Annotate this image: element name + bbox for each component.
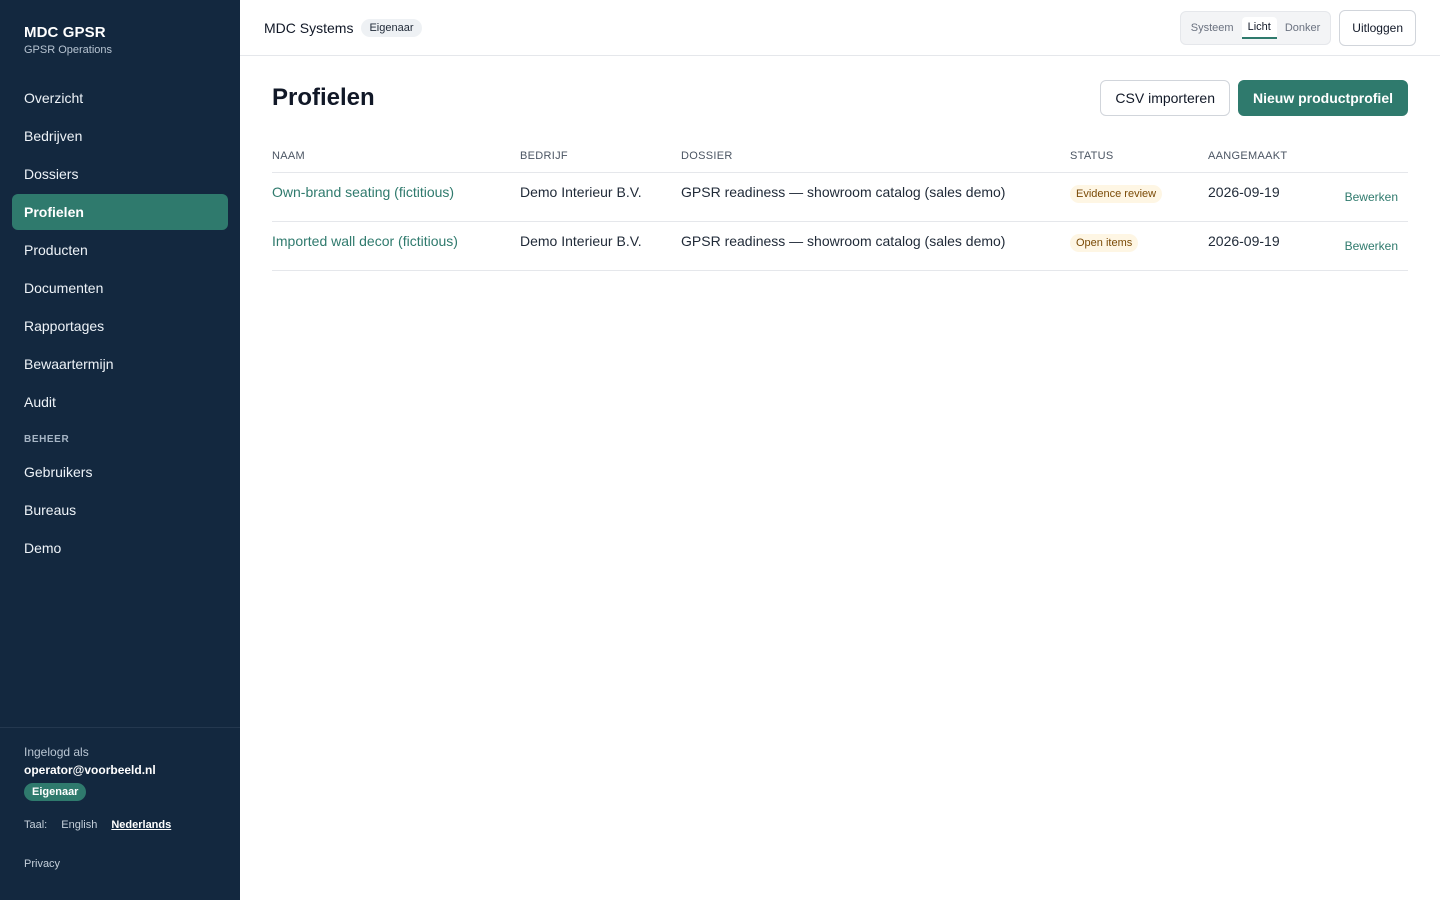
company-cell: Demo Interieur B.V. [520, 172, 681, 222]
profile-name-link[interactable]: Own-brand seating (fictitious) [272, 184, 454, 200]
logout-button[interactable]: Uitloggen [1339, 9, 1416, 46]
column-header-status[interactable]: STATUS [1070, 140, 1208, 173]
theme-switcher: Systeem Licht Donker [1179, 10, 1332, 45]
profiles-table: NAAM BEDRIJF DOSSIER STATUS AANGEMAAKT O… [272, 140, 1408, 271]
theme-option-systeem[interactable]: Systeem [1185, 18, 1240, 38]
theme-option-donker[interactable]: Donker [1279, 18, 1326, 38]
sidebar-item-bewaartermijn[interactable]: Bewaartermijn [12, 346, 228, 382]
column-header-dossier[interactable]: DOSSIER [681, 140, 1070, 173]
page-title: Profielen [272, 84, 375, 111]
logged-in-label: Ingelogd als [24, 745, 89, 759]
sidebar-item-audit[interactable]: Audit [12, 384, 228, 420]
edit-cell: Bewerken [1328, 172, 1408, 222]
column-header-aangemaakt[interactable]: AANGEMAAKT [1208, 140, 1328, 173]
language-dutch-link[interactable]: Nederlands [111, 819, 171, 831]
sidebar-footer: Ingelogd als operator@voorbeeld.nl Eigen… [0, 727, 240, 870]
org-name: MDC Systems [264, 19, 354, 36]
table-header-row: NAAM BEDRIJF DOSSIER STATUS AANGEMAAKT [272, 140, 1408, 173]
column-header-bedrijf[interactable]: BEDRIJF [520, 140, 681, 173]
table-row: Imported wall decor (fictitious) Demo In… [272, 221, 1408, 271]
sidebar-item-bedrijven[interactable]: Bedrijven [12, 118, 228, 154]
sidebar-item-dossiers[interactable]: Dossiers [12, 156, 228, 192]
theme-option-licht[interactable]: Licht [1241, 16, 1277, 39]
brand-subtitle: GPSR Operations [24, 44, 113, 56]
created-cell: 2026-09-19 [1208, 221, 1328, 271]
csv-import-button[interactable]: CSV importeren [1100, 80, 1230, 116]
status-cell: Evidence review [1070, 172, 1208, 222]
sidebar-item-demo[interactable]: Demo [12, 530, 228, 566]
sidebar-item-profielen[interactable]: Profielen [12, 194, 228, 230]
column-header-naam[interactable]: NAAM [272, 140, 520, 173]
org-role-badge: Eigenaar [361, 18, 422, 37]
sidebar: MDC GPSR GPSR Operations Overzicht Bedri… [0, 0, 240, 900]
new-product-profile-button[interactable]: Nieuw productprofiel [1238, 80, 1408, 116]
sidebar-item-gebruikers[interactable]: Gebruikers [12, 454, 228, 490]
language-english-link[interactable]: English [61, 819, 97, 831]
edit-link[interactable]: Bewerken [1345, 239, 1398, 253]
column-header-actions [1328, 140, 1408, 173]
created-cell: 2026-09-19 [1208, 172, 1328, 222]
sidebar-section-beheer: BEHEER [24, 434, 70, 445]
page-actions: CSV importeren Nieuw productprofiel [1100, 80, 1408, 116]
table-row: Own-brand seating (fictitious) Demo Inte… [272, 172, 1408, 222]
edit-cell: Bewerken [1328, 221, 1408, 271]
status-badge: Evidence review [1070, 184, 1163, 203]
language-switcher: Taal: English Nederlands [24, 819, 216, 831]
privacy-link[interactable]: Privacy [24, 858, 216, 870]
user-email: operator@voorbeeld.nl [24, 763, 156, 777]
dossier-cell: GPSR readiness — showroom catalog (sales… [681, 172, 1070, 222]
brand-title: MDC GPSR [24, 24, 106, 41]
sidebar-item-bureaus[interactable]: Bureaus [12, 492, 228, 528]
brand: MDC GPSR GPSR Operations [24, 24, 112, 56]
sidebar-item-documenten[interactable]: Documenten [12, 270, 228, 306]
profile-name-cell: Own-brand seating (fictitious) [272, 172, 520, 222]
topbar: MDC Systems Eigenaar Systeem Licht Donke… [240, 0, 1440, 56]
status-cell: Open items [1070, 221, 1208, 271]
edit-link[interactable]: Bewerken [1345, 190, 1398, 204]
topbar-actions: Systeem Licht Donker Uitloggen [1179, 9, 1416, 46]
dossier-cell: GPSR readiness — showroom catalog (sales… [681, 221, 1070, 271]
main-content: Profielen CSV importeren Nieuw productpr… [272, 56, 1408, 271]
page-header: Profielen CSV importeren Nieuw productpr… [272, 56, 1408, 140]
language-label: Taal: [24, 819, 48, 831]
profile-name-cell: Imported wall decor (fictitious) [272, 221, 520, 271]
role-badge: Eigenaar [24, 783, 87, 801]
sidebar-item-overzicht[interactable]: Overzicht [12, 80, 228, 116]
sidebar-item-producten[interactable]: Producten [12, 232, 228, 268]
profile-name-link[interactable]: Imported wall decor (fictitious) [272, 233, 458, 249]
status-badge: Open items [1070, 233, 1139, 252]
sidebar-item-rapportages[interactable]: Rapportages [12, 308, 228, 344]
sidebar-nav: Overzicht Bedrijven Dossiers Profielen P… [12, 80, 228, 568]
company-cell: Demo Interieur B.V. [520, 221, 681, 271]
